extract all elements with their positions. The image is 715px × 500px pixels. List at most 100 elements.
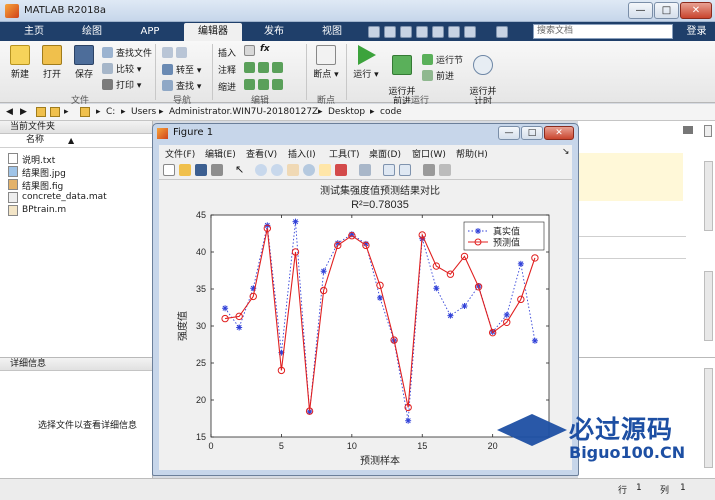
print-figure-icon[interactable] [211, 164, 223, 176]
run-button[interactable]: 运行 ▾ [352, 45, 380, 80]
search-docs-input[interactable]: 搜索文档 [533, 24, 673, 39]
pan-icon[interactable] [287, 164, 299, 176]
menu-view[interactable]: 查看(V) [246, 147, 277, 160]
cut-quick-icon[interactable] [384, 26, 396, 38]
link-plot-icon[interactable] [359, 164, 371, 176]
indent-button[interactable]: 缩进 [218, 80, 236, 93]
tab-editor[interactable]: 编辑器 [184, 23, 242, 41]
breadcrumb-segment[interactable]: Administrator.WIN7U-20180127Z [169, 107, 318, 117]
data-cursor-icon[interactable] [319, 164, 331, 176]
panel-options-icon[interactable] [683, 126, 693, 134]
menu-tools[interactable]: 工具(T) [329, 147, 360, 160]
comment-icons[interactable] [244, 62, 286, 74]
back-icon[interactable]: ◀ [6, 107, 13, 117]
close-button[interactable]: ✕ [680, 2, 712, 19]
indent-icons[interactable] [244, 79, 286, 91]
tab-publish[interactable]: 发布 [248, 23, 300, 41]
save-quick-icon[interactable] [368, 26, 380, 38]
figure-toolbar: ↖ [159, 160, 572, 180]
breadcrumb-segment[interactable]: Users [131, 107, 156, 117]
figure-maximize-button[interactable]: □ [521, 126, 543, 140]
run-section-button[interactable]: 运行节 [422, 53, 463, 66]
menu-desktop[interactable]: 桌面(D) [369, 147, 401, 160]
folder-open-icon [42, 45, 62, 65]
path-sep-icon: ▸ [96, 107, 101, 117]
switch-windows-icon[interactable] [464, 26, 476, 38]
find-button[interactable]: 查找 ▾ [162, 79, 201, 92]
editor-scrollbar[interactable] [704, 161, 713, 231]
file-item[interactable]: 说明.txt [8, 153, 55, 166]
zoom-in-icon[interactable] [255, 164, 267, 176]
breadcrumb-segment[interactable]: C: [106, 107, 115, 117]
breakpoints-button[interactable]: 断点 ▾ [312, 45, 340, 80]
file-item[interactable]: 结果图.fig [8, 179, 63, 192]
menu-window[interactable]: 窗口(W) [412, 147, 446, 160]
ribbon-separator [155, 44, 156, 100]
folder-up-icon[interactable] [36, 107, 46, 117]
undo-quick-icon[interactable] [432, 26, 444, 38]
breadcrumb-segment[interactable]: Desktop [328, 107, 365, 117]
tab-view[interactable]: 视图 [306, 23, 358, 41]
menu-file[interactable]: 文件(F) [165, 147, 195, 160]
insert-section-icon[interactable] [244, 45, 258, 57]
fx-button[interactable]: fx [260, 44, 270, 54]
advance-button[interactable]: 前进 [422, 69, 454, 82]
tab-plots[interactable]: 绘图 [66, 23, 118, 41]
copy-quick-icon[interactable] [400, 26, 412, 38]
save-figure-icon[interactable] [195, 164, 207, 176]
open-button[interactable]: 打开 [38, 45, 66, 80]
y-tick-label: 35 [196, 284, 206, 294]
zoom-out-icon[interactable] [271, 164, 283, 176]
nav-arrows[interactable] [162, 47, 190, 59]
login-button[interactable]: 登录 [678, 22, 715, 41]
menu-help[interactable]: 帮助(H) [456, 147, 488, 160]
select-arrow-icon[interactable]: ↖ [235, 164, 247, 176]
tab-apps[interactable]: APP [124, 23, 176, 41]
hide-tools-icon[interactable] [423, 164, 435, 176]
file-item[interactable]: concrete_data.mat [8, 192, 107, 203]
panel-menu-icon[interactable] [704, 125, 712, 137]
forward-icon[interactable]: ▶ [20, 107, 27, 117]
matlab-logo-icon [5, 4, 19, 18]
name-column-header[interactable]: 名称 [26, 134, 44, 147]
compare-button[interactable]: 比较 ▾ [102, 62, 141, 75]
file-list-header[interactable]: 名称 ▲ [0, 134, 152, 148]
run-play-icon [358, 45, 376, 65]
minimize-button[interactable]: — [628, 2, 653, 19]
comment-button[interactable]: 注释 [218, 63, 236, 76]
redo-quick-icon[interactable] [448, 26, 460, 38]
tab-home[interactable]: 主页 [8, 23, 60, 41]
insert-button[interactable]: 插入 [218, 46, 236, 59]
menu-insert[interactable]: 插入(I) [288, 147, 316, 160]
legend-icon[interactable] [399, 164, 411, 176]
file-item[interactable]: BPtrain.m [8, 205, 66, 216]
paste-quick-icon[interactable] [416, 26, 428, 38]
command-scrollbar[interactable] [704, 368, 713, 468]
brush-icon[interactable] [335, 164, 347, 176]
goto-button[interactable]: 转至 ▾ [162, 63, 201, 76]
save-button[interactable]: 保存 [70, 45, 98, 80]
colorbar-icon[interactable] [383, 164, 395, 176]
print-button[interactable]: 打印 ▾ [102, 78, 141, 91]
workspace-scrollbar[interactable] [704, 271, 713, 341]
txt-file-icon [8, 153, 18, 164]
browse-folder-icon[interactable] [50, 107, 60, 117]
help-quick-icon[interactable] [496, 26, 508, 38]
data-point-star [503, 311, 510, 318]
dock-figure-icon[interactable] [439, 164, 451, 176]
new-button[interactable]: 新建 [6, 45, 34, 80]
find-files-button[interactable]: 查找文件 [102, 46, 152, 59]
menu-edit[interactable]: 编辑(E) [205, 147, 236, 160]
details-message: 选择文件以查看详细信息 [38, 421, 138, 431]
new-figure-icon[interactable] [163, 164, 175, 176]
breadcrumb-segment[interactable]: code [380, 107, 402, 117]
figure-close-button[interactable]: ✕ [544, 126, 574, 140]
rotate-3d-icon[interactable] [303, 164, 315, 176]
open-file-icon[interactable] [179, 164, 191, 176]
maximize-button[interactable]: □ [654, 2, 679, 19]
file-item[interactable]: 结果图.jpg [8, 166, 66, 179]
figure-minimize-button[interactable]: — [498, 126, 520, 140]
data-point-star [531, 337, 538, 344]
run-and-time-button[interactable]: 运行并 计时 [466, 45, 500, 107]
menu-dock-icon[interactable]: ↘ [562, 147, 570, 157]
